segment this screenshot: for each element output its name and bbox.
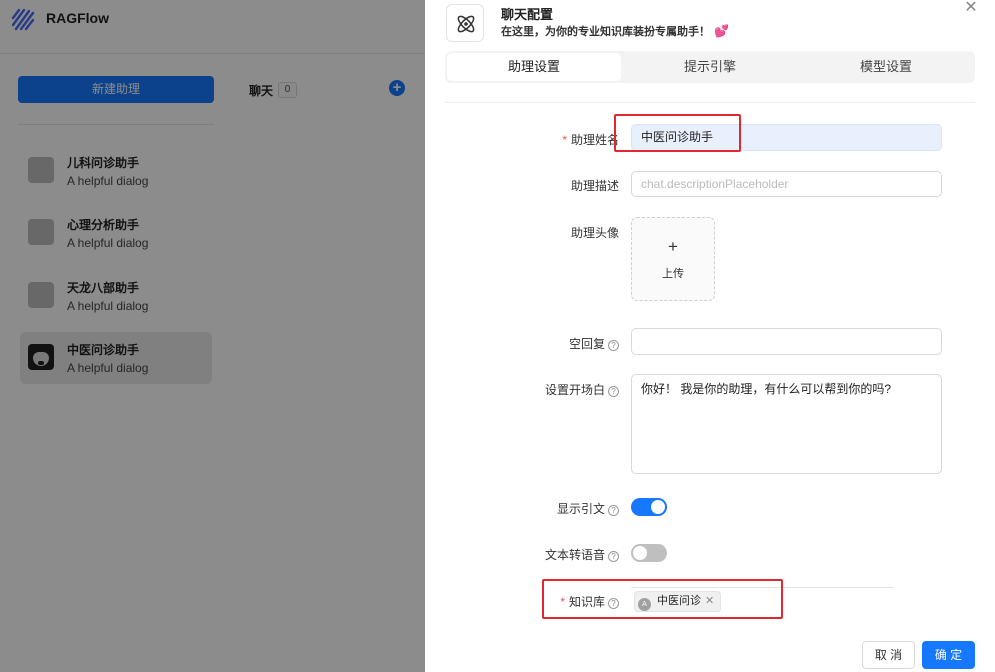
help-icon[interactable]: ? [608, 340, 619, 351]
atom-icon [446, 4, 484, 42]
toggle-knob [651, 500, 665, 514]
highlight-box [614, 114, 741, 152]
empty-response-label-text: 空回复 [568, 337, 605, 351]
tts-label: 文本转语音? [525, 546, 619, 563]
plus-icon: + [668, 237, 678, 256]
show-quote-label: 显示引文? [525, 500, 619, 517]
assistant-name-label: * 助理姓名 [525, 131, 619, 148]
empty-response-input[interactable] [631, 328, 942, 355]
opener-label: 设置开场白? [525, 381, 619, 398]
confirm-button[interactable]: 确 定 [922, 641, 975, 669]
tab-prompt-engine[interactable]: 提示引擎 [623, 53, 797, 81]
show-quote-label-text: 显示引文 [556, 502, 605, 516]
opener-label-text: 设置开场白 [544, 383, 605, 397]
cancel-button[interactable]: 取 消 [862, 641, 915, 669]
tts-toggle[interactable] [631, 544, 667, 562]
help-icon[interactable]: ? [608, 551, 619, 562]
avatar-upload-button[interactable]: + 上传 [631, 217, 715, 301]
toggle-knob [633, 546, 647, 560]
assistant-description-input[interactable]: chat.descriptionPlaceholder [631, 171, 942, 197]
tabs-divider [445, 102, 975, 103]
heart-icon: 💕 [714, 24, 729, 38]
tab-bar: 助理设置 提示引擎 模型设置 [445, 51, 975, 83]
empty-response-label: 空回复? [525, 335, 619, 352]
required-mark: * [562, 133, 567, 147]
upload-label: 上传 [662, 268, 684, 280]
assistant-description-label: 助理描述 [570, 179, 619, 193]
tab-assistant-settings[interactable]: 助理设置 [447, 53, 621, 81]
close-icon[interactable]: ✕ [963, 0, 979, 16]
chat-config-drawer: 聊天配置 在这里，为你的专业知识库装扮专属助手！ 💕 ✕ 助理设置 提示引擎 模型… [425, 0, 995, 672]
highlight-box [542, 579, 783, 619]
help-icon[interactable]: ? [608, 386, 619, 397]
drawer-subtitle-text: 在这里，为你的专业知识库装扮专属助手！ [501, 26, 710, 38]
tab-model-settings[interactable]: 模型设置 [799, 53, 973, 81]
assistant-name-label-text: 助理姓名 [570, 133, 619, 147]
drawer-title: 聊天配置 [501, 7, 554, 22]
show-quote-toggle[interactable] [631, 498, 667, 516]
help-icon[interactable]: ? [608, 505, 619, 516]
drawer-subtitle: 在这里，为你的专业知识库装扮专属助手！ 💕 [501, 23, 729, 39]
tts-label-text: 文本转语音 [544, 548, 605, 562]
opener-textarea[interactable]: 你好！ 我是你的助理，有什么可以帮到你的吗? [631, 374, 942, 474]
assistant-avatar-label: 助理头像 [570, 226, 619, 240]
